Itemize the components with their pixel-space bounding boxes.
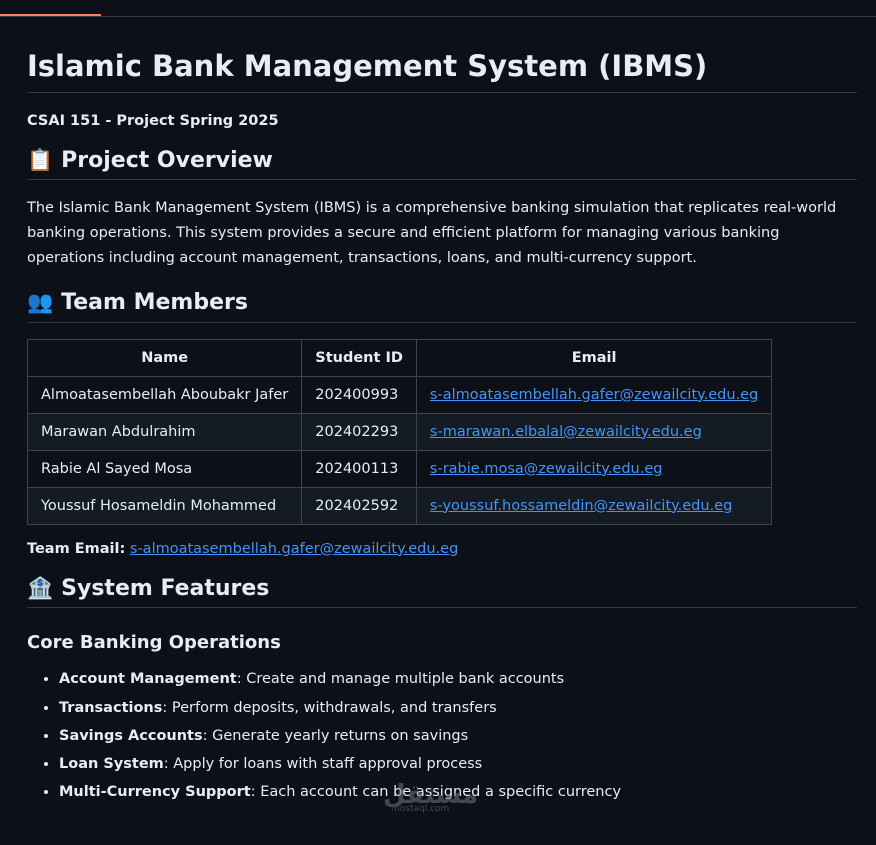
overview-heading-text: Project Overview xyxy=(61,147,273,173)
team-heading-text: Team Members xyxy=(61,290,248,316)
member-id: 202400993 xyxy=(301,375,417,414)
active-tab-indicator xyxy=(0,14,101,16)
course-subtitle: CSAI 151 - Project Spring 2025 xyxy=(27,112,279,129)
member-email-cell: s-almoatasembellah.gafer@zewailcity.edu.… xyxy=(415,375,773,414)
team-email-label: Team Email: xyxy=(27,540,126,557)
feature-label: Transactions xyxy=(59,699,163,716)
top-tab-bar xyxy=(0,0,876,17)
features-list: Account Management: Create and manage mu… xyxy=(27,669,857,802)
table-row: Almoatasembellah Aboubakr Jafer 20240099… xyxy=(26,375,773,414)
list-item: Multi-Currency Support: Each account can… xyxy=(59,782,857,802)
member-email-cell: s-marawan.elbalal@zewailcity.edu.eg xyxy=(415,412,773,451)
member-id: 202402592 xyxy=(301,486,417,525)
table-row: Rabie Al Sayed Mosa 202400113 s-rabie.mo… xyxy=(26,449,773,488)
clipboard-icon: 📋 xyxy=(27,147,54,172)
feature-description: : Apply for loans with staff approval pr… xyxy=(163,756,483,773)
member-email-link[interactable]: s-almoatasembellah.gafer@zewailcity.edu.… xyxy=(430,387,758,403)
team-email-link[interactable]: s-almoatasembellah.gafer@zewailcity.edu.… xyxy=(130,541,458,557)
member-email-cell: s-youssuf.hossameldin@zewailcity.edu.eg xyxy=(415,486,773,525)
member-name: Almoatasembellah Aboubakr Jafer xyxy=(26,375,303,414)
feature-description: : Perform deposits, withdrawals, and tra… xyxy=(162,699,497,716)
member-id: 202402293 xyxy=(301,412,417,451)
team-table: Name Student ID Email Almoatasembellah A… xyxy=(26,338,773,525)
column-header-student-id: Student ID xyxy=(301,338,417,377)
table-header-row: Name Student ID Email xyxy=(26,338,773,377)
member-email-link[interactable]: s-marawan.elbalal@zewailcity.edu.eg xyxy=(430,424,702,440)
member-email-cell: s-rabie.mosa@zewailcity.edu.eg xyxy=(415,449,773,488)
member-email-link[interactable]: s-rabie.mosa@zewailcity.edu.eg xyxy=(430,461,663,477)
core-operations-heading: Core Banking Operations xyxy=(27,632,281,654)
feature-label: Multi-Currency Support xyxy=(59,784,251,801)
feature-label: Savings Accounts xyxy=(59,727,203,744)
column-header-name: Name xyxy=(26,338,303,377)
people-icon: 👥 xyxy=(27,290,54,315)
team-heading: 👥 Team Members xyxy=(27,289,857,323)
feature-label: Account Management xyxy=(59,671,237,688)
features-heading: 🏦 System Features xyxy=(27,575,857,609)
list-item: Savings Accounts: Generate yearly return… xyxy=(59,726,857,746)
table-row: Marawan Abdulrahim 202402293 s-marawan.e… xyxy=(26,412,773,451)
page-title: Islamic Bank Management System (IBMS) xyxy=(27,40,857,93)
feature-description: : Each account can be assigned a specifi… xyxy=(250,784,622,801)
member-name: Marawan Abdulrahim xyxy=(26,412,303,451)
overview-heading: 📋 Project Overview xyxy=(27,147,857,181)
list-item: Transactions: Perform deposits, withdraw… xyxy=(59,698,857,718)
feature-label: Loan System xyxy=(59,756,164,773)
list-item: Account Management: Create and manage mu… xyxy=(59,669,857,689)
bank-icon: 🏦 xyxy=(27,575,54,600)
list-item: Loan System: Apply for loans with staff … xyxy=(59,754,857,774)
member-name: Rabie Al Sayed Mosa xyxy=(26,449,303,488)
feature-description: : Create and manage multiple bank accoun… xyxy=(236,671,565,688)
column-header-email: Email xyxy=(415,338,773,377)
member-name: Youssuf Hosameldin Mohammed xyxy=(26,486,303,525)
member-id: 202400113 xyxy=(301,449,417,488)
table-row: Youssuf Hosameldin Mohammed 202402592 s-… xyxy=(26,486,773,525)
features-heading-text: System Features xyxy=(61,575,270,601)
team-email-line: Team Email: s-almoatasembellah.gafer@zew… xyxy=(27,541,857,557)
readme-content: Islamic Bank Management System (IBMS) CS… xyxy=(26,40,857,811)
overview-paragraph: The Islamic Bank Management System (IBMS… xyxy=(27,200,837,267)
feature-description: : Generate yearly returns on savings xyxy=(202,727,469,744)
member-email-link[interactable]: s-youssuf.hossameldin@zewailcity.edu.eg xyxy=(430,498,732,514)
